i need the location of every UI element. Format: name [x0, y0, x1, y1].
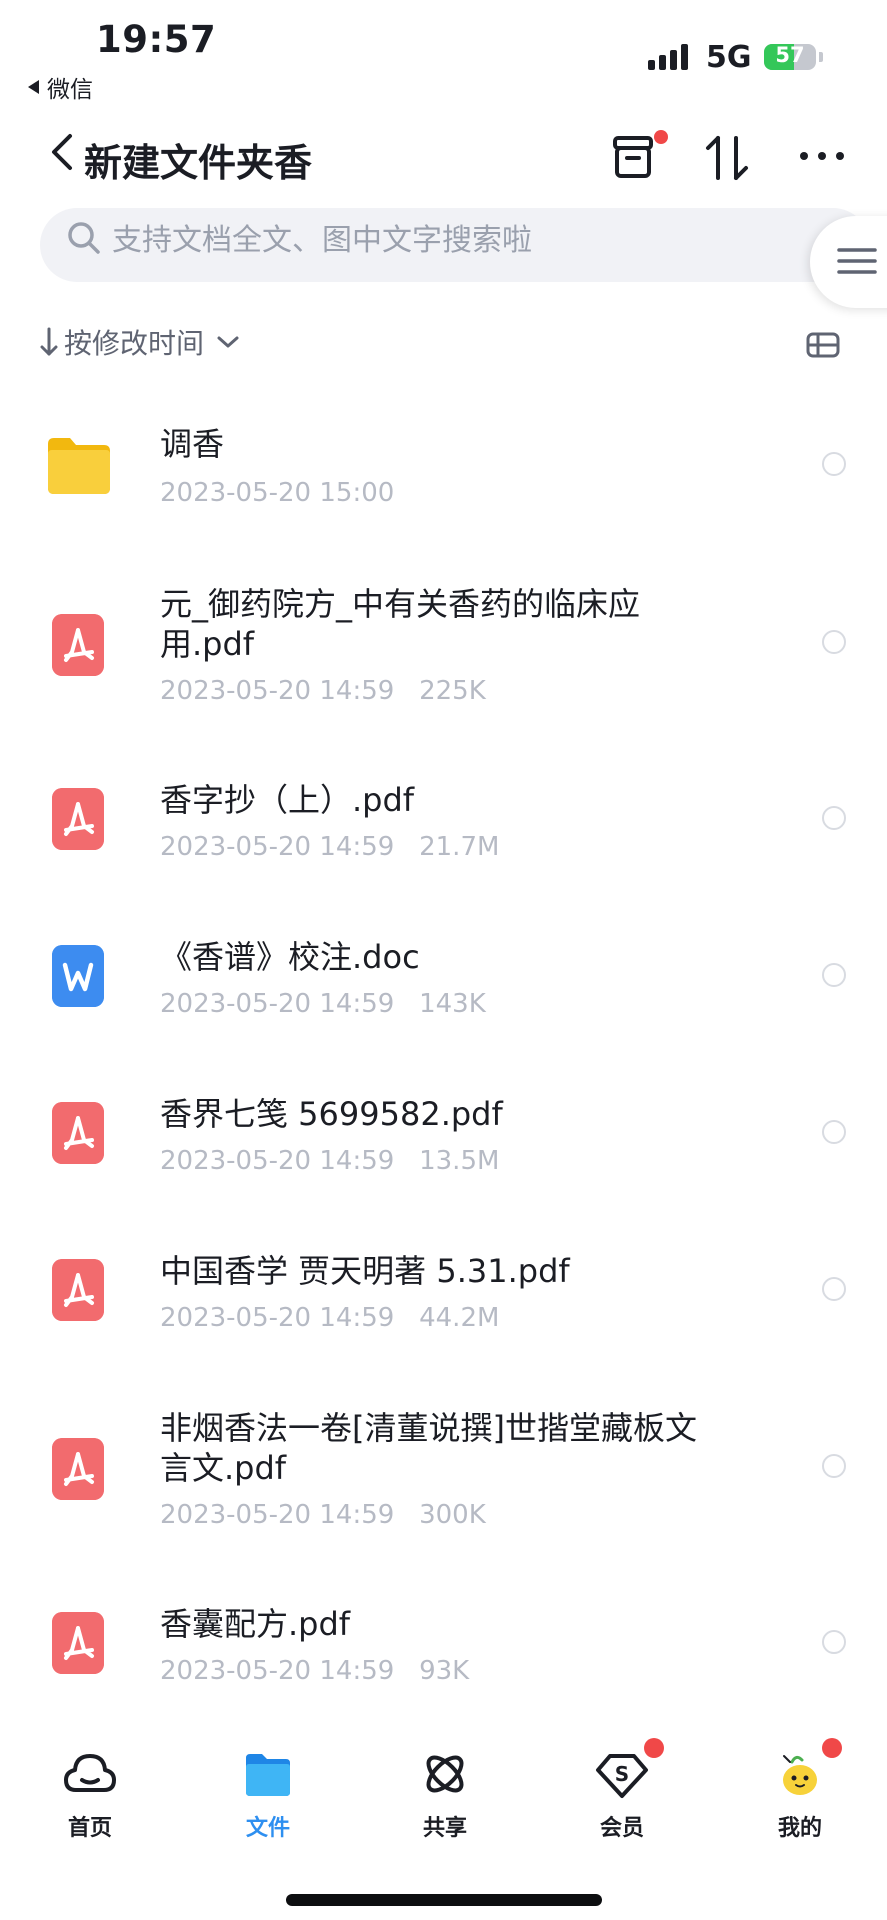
arrow-down-icon: [40, 327, 58, 356]
vip-diamond-icon: S: [596, 1754, 648, 1798]
pdf-file-icon: [52, 614, 104, 676]
page-title: 新建文件夹香: [84, 141, 313, 185]
cloud-icon: [64, 1754, 116, 1792]
search-input[interactable]: [112, 218, 672, 262]
file-meta: 2023-05-20 14:59 13.5M: [160, 1146, 499, 1176]
menu-lines-icon: [837, 248, 877, 274]
status-time: 19:57: [96, 18, 217, 61]
pdf-file-icon: [52, 1612, 104, 1674]
back-to-app-link[interactable]: 微信: [28, 70, 93, 104]
file-size: 225K: [419, 676, 486, 706]
word-doc-icon: [52, 945, 104, 1007]
tab-label: 共享: [422, 1816, 467, 1841]
list-item[interactable]: 元_御药院方_中有关香药的临床应用.pdf 2023-05-20 14:59 2…: [0, 584, 887, 714]
notification-dot: [654, 130, 668, 144]
battery-level: 57: [775, 44, 805, 67]
vip-notification-dot: [644, 1738, 664, 1758]
profile-notification-dot: [822, 1738, 842, 1758]
file-name: 香界七笺 5699582.pdf: [160, 1095, 503, 1133]
file-date: 2023-05-20 15:00: [160, 478, 395, 508]
file-size: 300K: [419, 1500, 486, 1530]
layout-toggle-icon[interactable]: [806, 332, 840, 358]
file-size: 93K: [419, 1656, 470, 1686]
file-meta: 2023-05-20 14:59 225K: [160, 676, 486, 706]
tab-profile[interactable]: 我的: [740, 1748, 860, 1842]
file-size: 21.7M: [419, 832, 500, 862]
folder-icon: [246, 1754, 290, 1796]
tab-vip[interactable]: S 会员: [562, 1748, 682, 1842]
file-date: 2023-05-20 14:59: [160, 676, 395, 706]
sort-arrows-icon[interactable]: [702, 134, 754, 182]
archive-box-icon[interactable]: [610, 134, 656, 180]
sort-label: 按修改时间: [64, 327, 205, 360]
sort-selector[interactable]: 按修改时间: [40, 322, 240, 362]
list-item[interactable]: 香囊配方.pdf 2023-05-20 14:59 93K: [0, 1604, 887, 1704]
file-date: 2023-05-20 14:59: [160, 1500, 395, 1530]
svg-text:S: S: [615, 1762, 629, 1786]
list-item[interactable]: 《香谱》校注.doc 2023-05-20 14:59 143K: [0, 937, 887, 1037]
select-circle[interactable]: [822, 806, 846, 830]
home-indicator: [286, 1894, 602, 1906]
more-dots-icon[interactable]: [798, 144, 846, 168]
file-size: 44.2M: [419, 1303, 500, 1333]
file-date: 2023-05-20 14:59: [160, 832, 395, 862]
file-name: 香字抄（上）.pdf: [160, 781, 415, 819]
tab-label: 文件: [245, 1816, 290, 1841]
chevron-down-icon: [217, 336, 239, 348]
select-circle[interactable]: [822, 1120, 846, 1144]
tab-label: 会员: [599, 1816, 644, 1841]
pdf-file-icon: [52, 1438, 104, 1500]
signal-icon: [648, 44, 688, 70]
network-type: 5G: [706, 40, 752, 75]
list-item[interactable]: 非烟香法一卷[清董说撰]世揩堂藏板文言文.pdf 2023-05-20 14:5…: [0, 1408, 887, 1538]
battery-cap: [819, 52, 823, 62]
select-circle[interactable]: [822, 1277, 846, 1301]
search-icon: [68, 222, 100, 254]
file-name: 《香谱》校注.doc: [160, 938, 420, 976]
file-name: 香囊配方.pdf: [160, 1605, 351, 1643]
select-circle[interactable]: [822, 630, 846, 654]
back-triangle-icon: [28, 80, 39, 94]
tab-share[interactable]: 共享: [385, 1748, 505, 1842]
file-date: 2023-05-20 14:59: [160, 989, 395, 1019]
file-name: 调香: [160, 425, 225, 463]
list-item[interactable]: 调香 2023-05-20 15:00: [0, 420, 887, 530]
file-meta: 2023-05-20 15:00: [160, 478, 419, 508]
select-circle[interactable]: [822, 452, 846, 476]
select-circle[interactable]: [822, 1454, 846, 1478]
tab-label: 我的: [777, 1816, 822, 1841]
file-meta: 2023-05-20 14:59 21.7M: [160, 832, 499, 862]
pdf-file-icon: [52, 1259, 104, 1321]
back-app-label: 微信: [47, 77, 93, 103]
file-meta: 2023-05-20 14:59 143K: [160, 989, 486, 1019]
back-chevron-icon[interactable]: [48, 132, 76, 172]
mascot-avatar-icon: [783, 1755, 817, 1795]
pdf-file-icon: [52, 1102, 104, 1164]
file-date: 2023-05-20 14:59: [160, 1303, 395, 1333]
file-date: 2023-05-20 14:59: [160, 1146, 395, 1176]
tab-home[interactable]: 首页: [30, 1748, 150, 1842]
select-circle[interactable]: [822, 1630, 846, 1654]
file-date: 2023-05-20 14:59: [160, 1656, 395, 1686]
list-item[interactable]: 香字抄（上）.pdf 2023-05-20 14:59 21.7M: [0, 780, 887, 880]
pdf-file-icon: [52, 788, 104, 850]
file-name: 中国香学 贾天明著 5.31.pdf: [160, 1252, 570, 1290]
atom-icon: [426, 1755, 464, 1793]
file-size: 143K: [419, 989, 486, 1019]
file-meta: 2023-05-20 14:59 44.2M: [160, 1303, 499, 1333]
list-item[interactable]: 中国香学 贾天明著 5.31.pdf 2023-05-20 14:59 44.2…: [0, 1251, 887, 1351]
select-circle[interactable]: [822, 963, 846, 987]
file-size: 13.5M: [419, 1146, 500, 1176]
file-name: 元_御药院方_中有关香药的临床应用.pdf: [160, 585, 641, 663]
tab-files[interactable]: 文件: [208, 1748, 328, 1842]
list-item[interactable]: 香界七笺 5699582.pdf 2023-05-20 14:59 13.5M: [0, 1094, 887, 1194]
battery-icon: 57: [764, 44, 816, 70]
tab-label: 首页: [67, 1816, 112, 1841]
file-name: 非烟香法一卷[清董说撰]世揩堂藏板文言文.pdf: [160, 1409, 697, 1487]
folder-icon: [48, 438, 110, 494]
file-meta: 2023-05-20 14:59 300K: [160, 1500, 486, 1530]
file-meta: 2023-05-20 14:59 93K: [160, 1656, 469, 1686]
